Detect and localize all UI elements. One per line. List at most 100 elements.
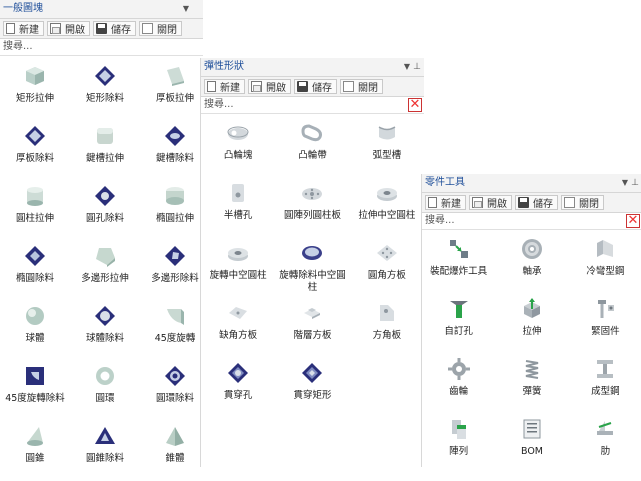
- tool-item[interactable]: 彈簧: [495, 354, 568, 414]
- tool-item[interactable]: 球體: [0, 301, 70, 361]
- tool-item[interactable]: 成型鋼: [569, 354, 641, 414]
- panel-titlebar[interactable]: 零件工具 ▼ ⊥: [422, 174, 641, 193]
- tool-item[interactable]: 凸輪帶: [275, 118, 349, 178]
- tool-item-label: 自訂孔: [444, 326, 473, 337]
- tool-item-label: 球體除料: [85, 333, 124, 344]
- open-file-icon: [251, 81, 262, 92]
- panel-titlebar[interactable]: 一般圖塊 ▼: [0, 0, 203, 19]
- new-button[interactable]: 新建: [425, 195, 466, 210]
- tool-item[interactable]: 多邊形拉伸: [70, 241, 140, 301]
- tool-item[interactable]: 弧型槽: [350, 118, 424, 178]
- new-button[interactable]: 新建: [204, 79, 245, 94]
- tool-item[interactable]: 橢圓除料: [0, 241, 70, 301]
- tool-item[interactable]: 矩形拉伸: [0, 61, 70, 121]
- clear-search-icon[interactable]: ✕: [408, 98, 422, 112]
- pin-icon[interactable]: ⊥: [413, 58, 421, 76]
- tool-item[interactable]: 圓陣列圓柱板: [275, 178, 349, 238]
- tool-item[interactable]: 冷彎型鋼: [569, 234, 641, 294]
- custom-hole-icon: [447, 297, 471, 321]
- search-input[interactable]: 搜尋... ✕: [201, 97, 424, 114]
- item-grid: 矩形拉伸 矩形除料 厚板拉伸 厚板除料 鍵槽拉伸 鍵槽除料 圓柱拉伸 圓孔除料 橢圓拉伸 橢圓除料…: [0, 56, 203, 481]
- sphere-icon: [23, 304, 47, 328]
- tool-item-label: 圓錐除料: [85, 453, 124, 464]
- angle-plate-icon: [375, 301, 399, 325]
- cone-icon: [23, 424, 47, 448]
- slot-cut-icon: [163, 124, 187, 148]
- dropdown-arrow-icon[interactable]: ▼: [404, 58, 410, 76]
- new-button[interactable]: 新建: [3, 21, 44, 36]
- close-file-icon: [142, 23, 153, 34]
- tool-item[interactable]: 缺角方板: [201, 298, 275, 358]
- tool-item-label: 圓角方板: [367, 270, 406, 281]
- tool-item[interactable]: 緊固件: [569, 294, 641, 354]
- fastener-icon: [593, 297, 617, 321]
- tool-item-label: BOM: [520, 446, 543, 457]
- tool-item[interactable]: 45度旋轉除料: [0, 361, 70, 421]
- save-button[interactable]: 儲存: [515, 195, 558, 210]
- tool-item[interactable]: 圓柱拉伸: [0, 181, 70, 241]
- dropdown-arrow-icon[interactable]: ▼: [183, 0, 189, 18]
- tool-item[interactable]: 肋: [569, 414, 641, 474]
- tool-item[interactable]: 階層方板: [275, 298, 349, 358]
- tool-item[interactable]: 自訂孔: [422, 294, 495, 354]
- half-slot-icon: [226, 181, 250, 205]
- panel-titlebar[interactable]: 彈性形狀 ▼ ⊥: [201, 58, 424, 77]
- tool-item[interactable]: 矩形除料: [70, 61, 140, 121]
- array-icon: [447, 417, 471, 441]
- tool-item-label: 陣列: [449, 446, 469, 457]
- ring-cut-icon: [300, 241, 324, 265]
- thru-hole-icon: [226, 361, 250, 385]
- save-button[interactable]: 儲存: [93, 21, 136, 36]
- hollow-cylinder-icon: [375, 181, 399, 205]
- close-file-icon: [343, 81, 354, 92]
- save-button[interactable]: 儲存: [294, 79, 337, 94]
- search-input[interactable]: 搜尋... ✕: [422, 213, 641, 230]
- close-button[interactable]: 關閉: [561, 195, 604, 210]
- step-plate-icon: [300, 301, 324, 325]
- open-button[interactable]: 開啟: [248, 79, 291, 94]
- tool-item-label: 肋: [600, 446, 611, 457]
- close-button[interactable]: 關閉: [340, 79, 383, 94]
- open-file-icon: [50, 23, 61, 34]
- tool-item[interactable]: 圓錐除料: [70, 421, 140, 481]
- search-input[interactable]: 搜尋...: [0, 39, 203, 56]
- close-button[interactable]: 關閉: [139, 21, 182, 36]
- dropdown-arrow-icon[interactable]: ▼: [622, 174, 628, 192]
- spring-icon: [520, 357, 544, 381]
- tool-item[interactable]: 厚板除料: [0, 121, 70, 181]
- tool-item[interactable]: 鍵槽拉伸: [70, 121, 140, 181]
- thru-rect-icon: [300, 361, 324, 385]
- tool-item-label: 貫穿矩形: [293, 390, 332, 401]
- tool-item-label: 凸輪帶: [298, 150, 327, 161]
- tool-item[interactable]: 拉伸中空圓柱: [350, 178, 424, 238]
- tool-item[interactable]: 凸輪塊: [201, 118, 275, 178]
- torus-icon: [93, 364, 117, 388]
- tool-item[interactable]: 球體除料: [70, 301, 140, 361]
- tool-item[interactable]: 圓角方板: [350, 238, 424, 298]
- new-file-icon: [207, 81, 216, 92]
- cam-belt-icon: [300, 121, 324, 145]
- tool-item-label: 成型鋼: [591, 386, 620, 397]
- pin-icon[interactable]: ⊥: [631, 174, 639, 192]
- clear-search-icon[interactable]: ✕: [626, 214, 640, 228]
- tool-item-label: 矩形拉伸: [15, 93, 54, 104]
- tool-item[interactable]: 貫穿矩形: [275, 358, 349, 418]
- tool-item[interactable]: 陣列: [422, 414, 495, 474]
- tool-item[interactable]: 半槽孔: [201, 178, 275, 238]
- tool-item[interactable]: BOM: [495, 414, 568, 474]
- tool-item[interactable]: 貫穿孔: [201, 358, 275, 418]
- open-button[interactable]: 開啟: [469, 195, 512, 210]
- tool-item[interactable]: 圓錐: [0, 421, 70, 481]
- tool-item[interactable]: 圓孔除料: [70, 181, 140, 241]
- tool-item[interactable]: 軸承: [495, 234, 568, 294]
- search-placeholder: 搜尋...: [425, 215, 455, 226]
- tool-item[interactable]: 方角板: [350, 298, 424, 358]
- open-file-icon: [472, 197, 483, 208]
- tool-item[interactable]: 旋轉除料中空圓柱: [275, 238, 349, 298]
- tool-item[interactable]: 齒輪: [422, 354, 495, 414]
- tool-item[interactable]: 圓環: [70, 361, 140, 421]
- tool-item[interactable]: 拉伸: [495, 294, 568, 354]
- tool-item[interactable]: 裝配爆炸工具: [422, 234, 495, 294]
- tool-item[interactable]: 旋轉中空圓柱: [201, 238, 275, 298]
- open-button[interactable]: 開啟: [47, 21, 90, 36]
